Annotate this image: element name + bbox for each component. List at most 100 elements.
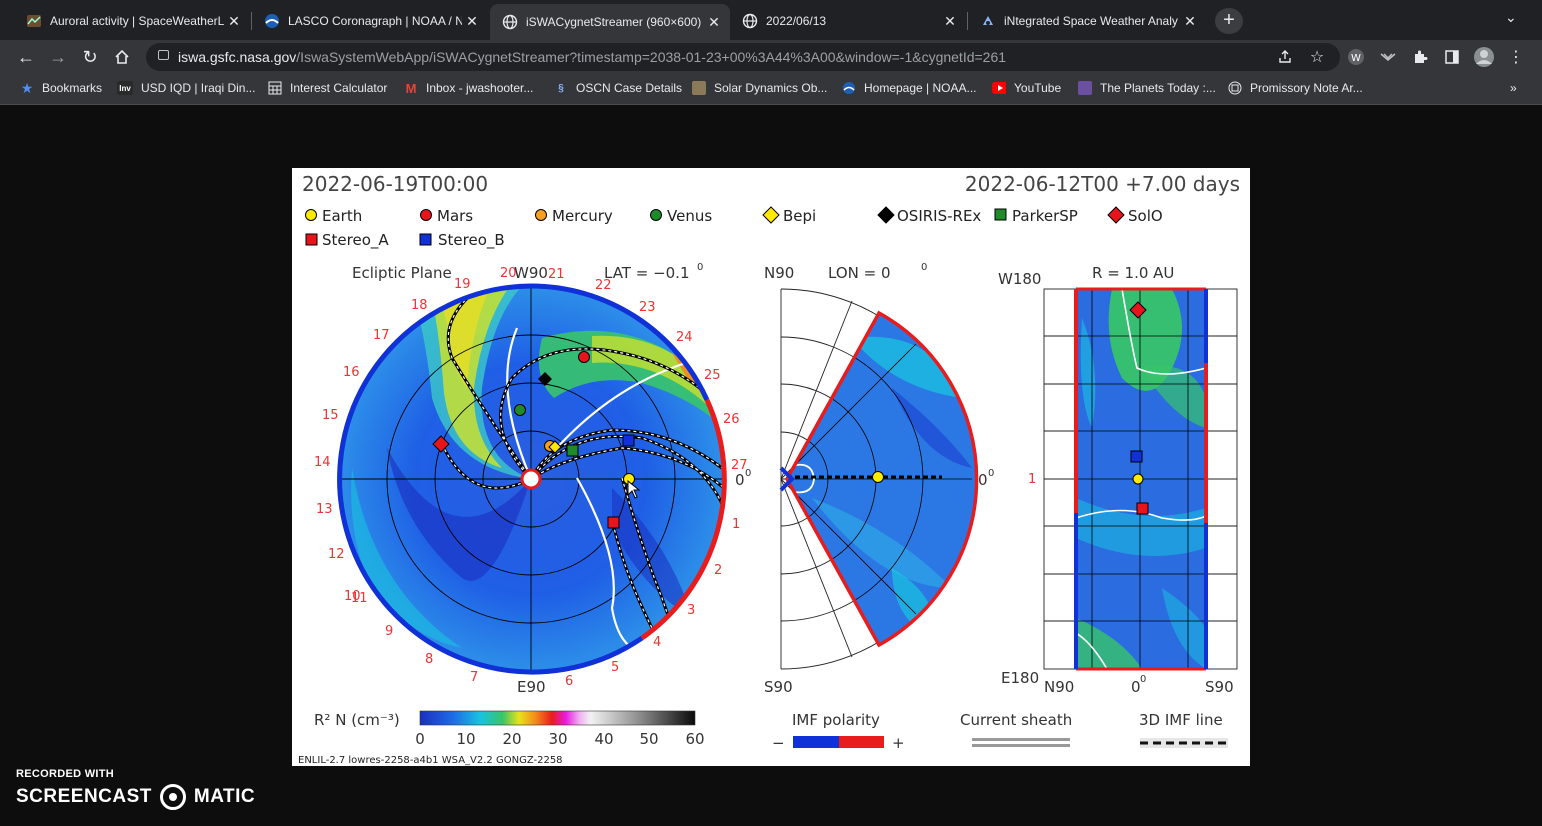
bookmark-label: Interest Calculator: [290, 81, 388, 95]
bookmark-item[interactable]: Promissory Note Ar...: [1228, 81, 1363, 95]
close-icon[interactable]: ✕: [704, 14, 724, 31]
close-icon[interactable]: ✕: [1180, 13, 1200, 30]
puzzle-extensions-icon[interactable]: [1409, 47, 1431, 67]
bookmark-item[interactable]: Interest Calculator: [268, 81, 387, 95]
bookmark-item[interactable]: M Inbox - jwashooter...: [404, 81, 534, 96]
bookmark-item[interactable]: YouTube: [992, 81, 1061, 95]
extension-w-icon[interactable]: W: [1345, 47, 1367, 67]
bepi-marker-icon: [762, 206, 780, 224]
radius-label: R = 1.0 AU: [1092, 264, 1174, 282]
tab-strip: Auroral activity | SpaceWeatherL ✕ LASCO…: [0, 0, 1542, 40]
iswa-icon: [980, 13, 996, 29]
carrington-label: 21: [548, 267, 565, 282]
carrington-label: 12: [328, 547, 345, 562]
tab-auroral-activity[interactable]: Auroral activity | SpaceWeatherL ✕: [14, 6, 250, 36]
n90-label: N90: [764, 264, 794, 282]
e90-label: E90: [517, 678, 546, 696]
bookmark-item[interactable]: ★ Bookmarks: [20, 80, 102, 96]
imf-polarity-label: IMF polarity: [792, 711, 880, 729]
ecliptic-title: Ecliptic Plane: [352, 264, 452, 282]
tab-2022-06-13[interactable]: 2022/06/13 ✕: [730, 6, 966, 36]
radial-n90-label: N90: [1044, 678, 1074, 696]
carrington-label: 4: [653, 635, 661, 650]
lock-icon: [158, 50, 169, 60]
bookmarks-bar: ★ Bookmarks Inv USD IQD | Iraqi Din... Int…: [0, 74, 1542, 105]
bookmark-label: The Planets Today :...: [1100, 81, 1216, 95]
carrington-label: 27: [731, 458, 748, 473]
venus-position: [514, 404, 526, 416]
radial-zero-degree: 0: [1140, 674, 1146, 685]
current-sheath-label: Current sheath: [960, 711, 1072, 729]
carrington-label: 7: [470, 670, 478, 685]
colorbar-label: R² N (cm⁻³): [314, 711, 400, 729]
tab-title: Auroral activity | SpaceWeatherL: [50, 14, 224, 28]
legend-parkersp: ParkerSP: [1012, 207, 1078, 225]
bookmark-item[interactable]: Solar Dynamics Ob...: [692, 81, 827, 95]
tab-lasco[interactable]: LASCO Coronagraph | NOAA / N ✕: [252, 6, 488, 36]
url-text: iswa.gsfc.nasa.gov/IswaSystemWebApp/iSWA…: [178, 49, 1007, 65]
legend-earth: Earth: [322, 207, 362, 225]
menu-kebab-icon[interactable]: ⋮: [1505, 47, 1527, 67]
new-tab-button[interactable]: +: [1215, 8, 1243, 34]
bookmark-label: Solar Dynamics Ob...: [714, 81, 828, 95]
legend-mercury: Mercury: [552, 207, 613, 225]
legend-venus: Venus: [667, 207, 712, 225]
bookmark-item[interactable]: The Planets Today :...: [1078, 81, 1216, 95]
bookmark-item[interactable]: Inv USD IQD | Iraqi Din...: [117, 81, 255, 95]
forward-arrow-icon[interactable]: →: [45, 44, 71, 70]
stereo-b-marker-icon: [419, 233, 432, 246]
bookmark-label: Inbox - jwashooter...: [426, 81, 534, 95]
osiris-rex-marker-icon: [877, 206, 895, 224]
parkersp-position: [566, 444, 579, 457]
share-icon[interactable]: [1274, 47, 1296, 67]
carrington-label: 18: [411, 298, 428, 313]
bookmark-item[interactable]: Homepage | NOAA...: [842, 81, 977, 95]
close-icon[interactable]: ✕: [940, 13, 960, 30]
spacecraft-legend: Earth Mars Mercury Venus Bepi OSIRIS-REx…: [305, 206, 1163, 250]
carrington-label: 14: [314, 455, 331, 470]
carrington-label: 5: [611, 660, 619, 675]
carrington-label: 23: [639, 300, 656, 315]
radial-s90-label: S90: [1205, 678, 1234, 696]
bookmarks-overflow-chevron-icon[interactable]: »: [1510, 81, 1517, 95]
calculator-icon: [268, 81, 282, 95]
document-icon: [1228, 81, 1242, 95]
inv-icon: Inv: [117, 81, 133, 95]
e180-label: E180: [1001, 669, 1039, 687]
watermark-left: SCREENCAST: [16, 786, 152, 807]
reload-icon[interactable]: ↻: [77, 44, 103, 70]
enlil-visualization: 2022-06-19T00:00 2022-06-12T00 +7.00 day…: [292, 168, 1250, 766]
colorbar-tick: 10: [456, 730, 475, 748]
close-icon[interactable]: ✕: [224, 13, 244, 30]
watermark-recorded-with: RECORDED WITH: [16, 768, 115, 780]
colorbar-tick: 40: [594, 730, 613, 748]
bookmark-star-icon[interactable]: ☆: [1306, 47, 1328, 67]
tab-integrated-space-weather[interactable]: iNtegrated Space Weather Analy ✕: [968, 6, 1206, 36]
colorbar-tick: 50: [639, 730, 658, 748]
carrington-label: 19: [454, 277, 471, 292]
ecliptic-plane-panel: Ecliptic Plane W90 LAT = −0.1 0 E90 0 0: [314, 262, 751, 696]
screencast-logo-icon: [159, 784, 186, 810]
back-arrow-icon[interactable]: ←: [13, 44, 39, 70]
tab-iswa-streamer[interactable]: iSWACygnetStreamer (960×600) ✕: [490, 4, 730, 40]
profile-avatar[interactable]: [1473, 47, 1495, 67]
tab-title: LASCO Coronagraph | NOAA / N: [288, 14, 462, 28]
carrington-label: 6: [565, 674, 573, 689]
side-panel-icon[interactable]: [1441, 47, 1463, 67]
extension-bird-icon[interactable]: [1377, 47, 1399, 67]
meridional-zero-degree: 0: [988, 468, 994, 479]
address-bar[interactable]: iswa.gsfc.nasa.gov/IswaSystemWebApp/iSWA…: [146, 43, 1340, 71]
carrington-label: 13: [316, 502, 333, 517]
timestamp-right: 2022-06-12T00 +7.00 days: [965, 172, 1240, 196]
colorbar-tick: 30: [548, 730, 567, 748]
tab-search-chevron-icon[interactable]: ⌄: [1505, 9, 1517, 26]
earth-radial-position: [1132, 473, 1144, 485]
globe-icon: [742, 13, 758, 29]
imf-line-key: 3D IMF line: [1139, 711, 1228, 748]
carrington-label: 11: [351, 591, 368, 606]
oscn-icon: §: [558, 82, 564, 94]
bookmark-item[interactable]: § OSCN Case Details: [554, 81, 682, 95]
home-icon[interactable]: [109, 44, 135, 70]
legend-mars: Mars: [437, 207, 473, 225]
close-icon[interactable]: ✕: [462, 13, 482, 30]
